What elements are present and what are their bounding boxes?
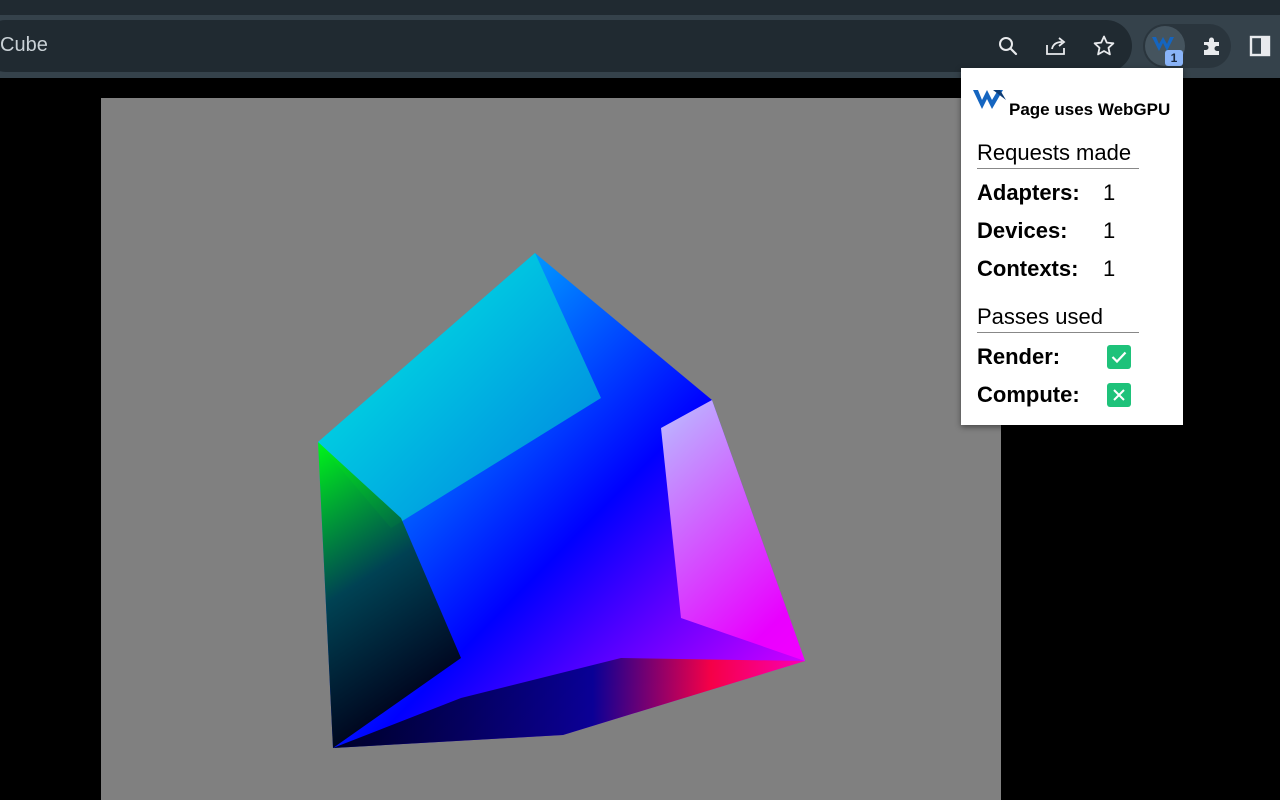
- star-icon[interactable]: [1090, 32, 1118, 60]
- requests-heading: Requests made: [977, 140, 1139, 169]
- render-label: Render:: [977, 344, 1061, 369]
- adapters-value: 1: [1103, 180, 1116, 205]
- window-top-strip: [0, 0, 1280, 15]
- search-icon[interactable]: [994, 32, 1022, 60]
- popup-title: Page uses WebGPU: [1009, 100, 1171, 119]
- devices-label: Devices:: [977, 218, 1068, 243]
- webgpu-canvas[interactable]: [101, 98, 1001, 800]
- adapters-label: Adapters:: [977, 180, 1080, 205]
- devices-value: 1: [1103, 218, 1116, 243]
- extension-badge: 1: [1165, 50, 1183, 66]
- check-icon: [1107, 345, 1131, 369]
- contexts-label: Contexts:: [977, 256, 1079, 281]
- rotating-cube: [318, 253, 805, 748]
- contexts-value: 1: [1103, 256, 1116, 281]
- side-panel-icon[interactable]: [1246, 32, 1274, 60]
- share-icon[interactable]: [1042, 32, 1070, 60]
- address-text[interactable]: Cube: [0, 34, 48, 57]
- puzzle-icon[interactable]: [1198, 32, 1226, 60]
- webgpu-logo-icon: [973, 88, 1009, 115]
- address-bar[interactable]: [0, 20, 1132, 72]
- webgpu-popup: Page uses WebGPU Requests made Adapters:…: [961, 68, 1183, 425]
- compute-label: Compute:: [977, 382, 1080, 407]
- passes-heading: Passes used: [977, 304, 1139, 333]
- cross-icon: [1107, 383, 1131, 407]
